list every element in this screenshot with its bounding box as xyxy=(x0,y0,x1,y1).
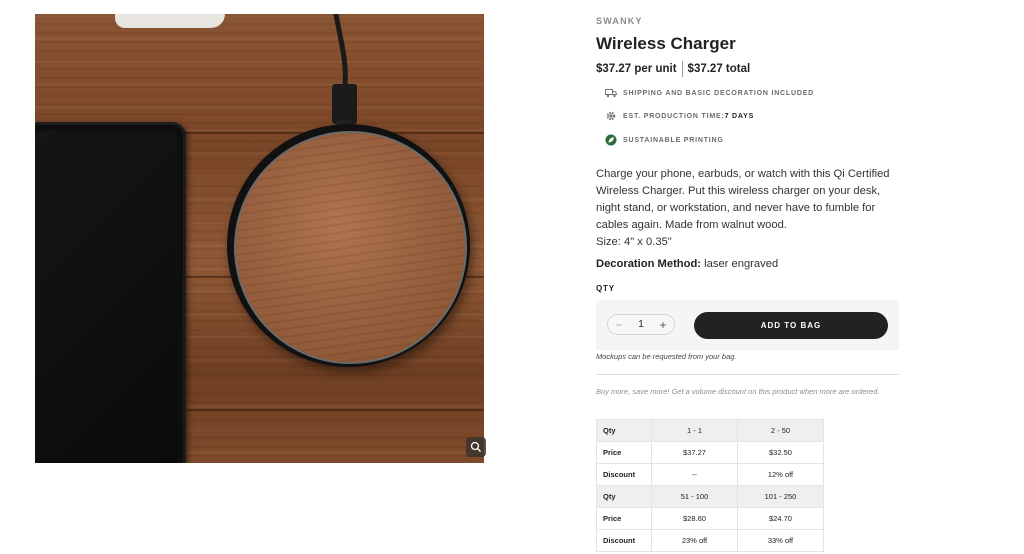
feature-text: SHIPPING AND BASIC DECORATION INCLUDED xyxy=(623,89,815,97)
total-price: $37.27 total xyxy=(687,63,751,75)
table-row: Qty 1 - 1 2 - 50 xyxy=(596,419,824,442)
qty-label: QTY xyxy=(596,284,615,293)
decoration-value: laser engraved xyxy=(701,258,779,270)
mockups-note: Mockups can be requested from your bag. xyxy=(596,352,737,361)
qty-header: Qty xyxy=(596,485,652,508)
qty-range: 51 - 100 xyxy=(651,485,738,508)
tier-price: $37.27 xyxy=(651,441,738,464)
qty-range: 1 - 1 xyxy=(651,419,738,442)
product-description: Charge your phone, earbuds, or watch wit… xyxy=(596,166,901,251)
price-divider xyxy=(681,61,683,77)
table-row: Discount -- 12% off xyxy=(596,463,824,486)
feature-strong: 7 DAYS xyxy=(724,112,755,120)
decrement-button[interactable]: − xyxy=(614,318,624,332)
qty-range: 2 - 50 xyxy=(737,419,824,442)
pricing-table: Qty 1 - 1 2 - 50 Price $37.27 $32.50 Dis… xyxy=(596,419,824,552)
gear-icon xyxy=(605,110,617,122)
leaf-icon xyxy=(605,134,617,146)
brand-name[interactable]: SWANKY xyxy=(596,16,643,26)
quantity-stepper[interactable]: − 1 + xyxy=(607,314,675,335)
table-row: Price $28.60 $24.70 xyxy=(596,507,824,530)
tier-discount: 33% off xyxy=(737,529,824,552)
discount-header: Discount xyxy=(596,529,652,552)
tier-price: $28.60 xyxy=(651,507,738,530)
product-image[interactable] xyxy=(35,14,484,463)
purchase-panel: − 1 + ADD TO BAG xyxy=(596,300,899,350)
add-to-bag-button[interactable]: ADD TO BAG xyxy=(694,312,888,339)
price-header: Price xyxy=(596,441,652,464)
product-title: Wireless Charger xyxy=(596,34,736,53)
qty-header: Qty xyxy=(596,419,652,442)
price-header: Price xyxy=(596,507,652,530)
truck-icon xyxy=(605,87,617,99)
qty-range: 101 - 250 xyxy=(737,485,824,508)
zoom-button[interactable] xyxy=(466,437,486,457)
magnifier-icon xyxy=(470,441,481,452)
tier-discount: -- xyxy=(651,463,738,486)
increment-button[interactable]: + xyxy=(658,318,668,332)
feature-sustainable: SUSTAINABLE PRINTING xyxy=(605,134,724,146)
unit-price: $37.27 per unit xyxy=(596,63,677,75)
volume-discount-note: Buy more, save more! Get a volume discou… xyxy=(596,387,880,396)
size-text: Size: 4" x 0.35" xyxy=(596,236,672,248)
feature-text: EST. PRODUCTION TIME: xyxy=(623,112,725,120)
tier-price: $24.70 xyxy=(737,507,824,530)
discount-header: Discount xyxy=(596,463,652,486)
divider xyxy=(596,374,899,375)
tier-discount: 23% off xyxy=(651,529,738,552)
decoration-method: Decoration Method: laser engraved xyxy=(596,258,778,270)
charger-shape xyxy=(227,124,470,367)
feature-text: SUSTAINABLE PRINTING xyxy=(623,136,724,144)
feature-production: EST. PRODUCTION TIME: 7 DAYS xyxy=(605,110,754,122)
feature-shipping: SHIPPING AND BASIC DECORATION INCLUDED xyxy=(605,87,814,99)
quantity-value[interactable]: 1 xyxy=(638,319,644,330)
description-text: Charge your phone, earbuds, or watch wit… xyxy=(596,168,890,231)
price-line: $37.27 per unit $37.27 total xyxy=(596,61,750,77)
charger-face xyxy=(234,131,467,364)
decoration-label: Decoration Method: xyxy=(596,258,702,270)
table-row: Qty 51 - 100 101 - 250 xyxy=(596,485,824,508)
table-row: Price $37.27 $32.50 xyxy=(596,441,824,464)
tier-discount: 12% off xyxy=(737,463,824,486)
tier-price: $32.50 xyxy=(737,441,824,464)
table-row: Discount 23% off 33% off xyxy=(596,529,824,552)
